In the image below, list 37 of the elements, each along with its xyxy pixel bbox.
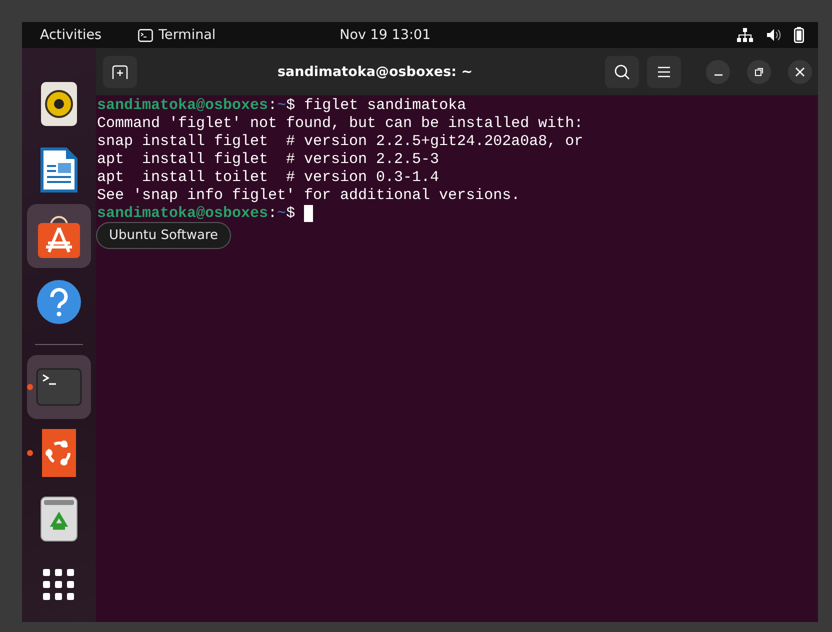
- help-icon: [36, 279, 82, 325]
- clock[interactable]: Nov 19 13:01: [340, 27, 431, 43]
- terminal-line: sandimatoka@osboxes:~$ figlet sandimatoka: [97, 97, 466, 115]
- ubuntu-logo-icon: [42, 429, 76, 477]
- close-icon: [795, 66, 805, 76]
- terminal-line: snap install figlet # version 2.2.5+git24.202a0a8, or: [97, 133, 584, 151]
- app-grid-icon: [43, 569, 75, 601]
- volume-icon[interactable]: [766, 28, 781, 42]
- tooltip: Ubuntu Software: [96, 222, 232, 249]
- network-icon[interactable]: [737, 28, 753, 42]
- terminal-icon: [36, 368, 82, 406]
- terminal-line: apt install toilet # version 0.3-1.4: [97, 169, 440, 187]
- minimize-button[interactable]: [706, 60, 730, 84]
- terminal-line: sandimatoka@osboxes:~$: [97, 205, 314, 223]
- window-title: sandimatoka@osboxes: ~: [276, 64, 474, 80]
- close-button[interactable]: [788, 60, 812, 84]
- app-menu[interactable]: Terminal: [158, 27, 216, 43]
- activities-button[interactable]: Activities: [40, 27, 102, 43]
- maximize-button[interactable]: [747, 60, 771, 84]
- restore-icon: [754, 66, 764, 76]
- speaker-icon: [40, 81, 78, 127]
- trash-icon: [40, 496, 78, 542]
- document-icon: [40, 147, 78, 193]
- menu-icon: [657, 66, 671, 78]
- minimize-icon: [714, 74, 722, 76]
- new-tab-icon: [112, 64, 128, 78]
- terminal-line: Command 'figlet' not found, but can be installed with:: [97, 115, 584, 133]
- dock-item[interactable]: [27, 204, 91, 268]
- battery-icon[interactable]: [794, 27, 804, 43]
- terminal-line: See 'snap info figlet' for additional versions.: [97, 187, 520, 205]
- terminal-icon: [138, 28, 153, 42]
- shopping-bag-icon: [36, 213, 82, 259]
- menu-button[interactable]: [647, 56, 681, 88]
- new-tab-button[interactable]: [103, 56, 137, 88]
- search-button[interactable]: [605, 56, 639, 88]
- search-icon: [614, 64, 630, 80]
- terminal-line: apt install figlet # version 2.2.5-3: [97, 151, 440, 169]
